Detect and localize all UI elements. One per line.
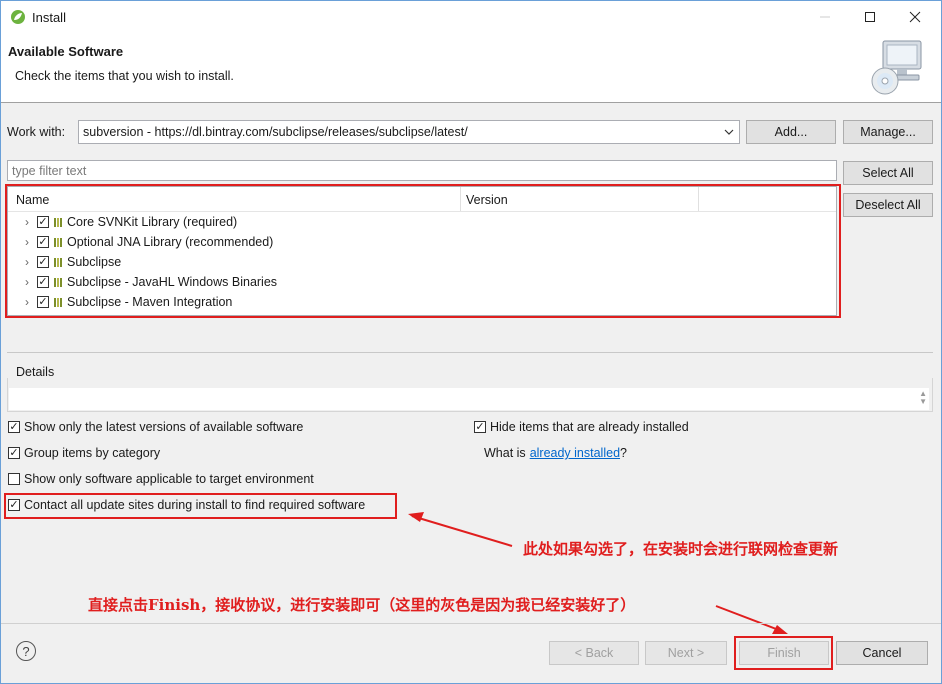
footer-separator — [1, 623, 941, 624]
help-button[interactable]: ? — [16, 641, 36, 661]
next-button[interactable]: Next > — [645, 641, 727, 665]
annotation-network-check: 此处如果勾选了，在安装时会进行联网检查更新 — [523, 540, 839, 558]
annotation-arrows — [408, 512, 788, 634]
finish-highlight-box — [734, 636, 833, 670]
annotation-click-finish: 直接点击Finish，接收协议，进行安装即可（这里的灰色是因为我已经安装好了） — [88, 596, 636, 614]
cancel-button[interactable]: Cancel — [836, 641, 928, 665]
back-button[interactable]: < Back — [549, 641, 639, 665]
help-icon: ? — [22, 643, 30, 659]
